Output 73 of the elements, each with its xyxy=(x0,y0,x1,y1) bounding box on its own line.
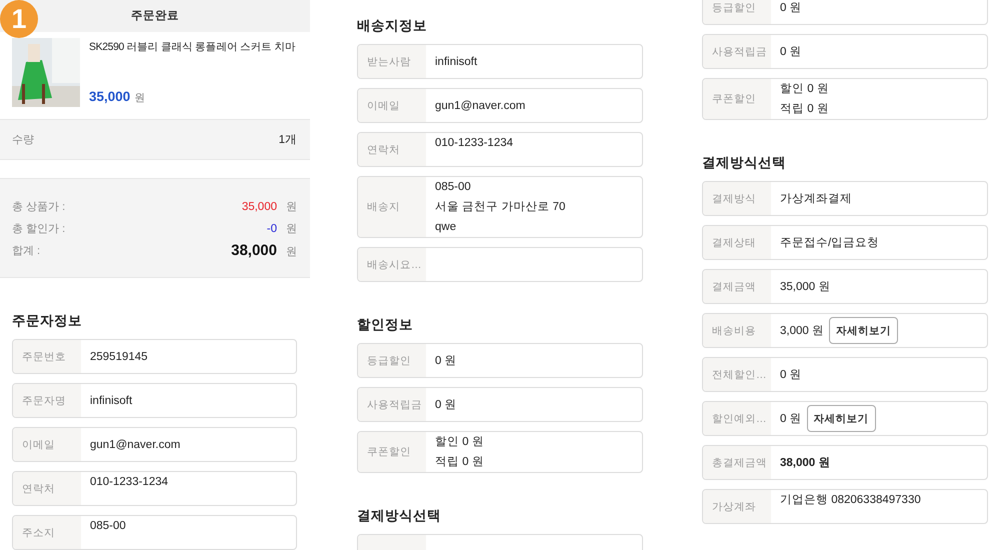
field-value: gun1@naver.com xyxy=(90,438,180,450)
field-value: 할인 0 원 xyxy=(435,435,484,450)
total-label: 합계 : xyxy=(12,244,40,258)
field-value: 010-1233-1234 xyxy=(435,136,514,151)
currency-unit: 원 xyxy=(286,244,297,258)
field-value: 0 원 xyxy=(435,398,457,412)
field-label: 이메일 xyxy=(13,428,81,461)
field-label: 이메일 xyxy=(358,89,426,122)
field-value: 적립 0 원 xyxy=(435,455,484,470)
field-value: 35,000 원 xyxy=(780,280,830,294)
field-value: 38,000 원 xyxy=(780,456,830,470)
field-label: 결제방식 xyxy=(703,182,771,215)
quantity-label: 수량 xyxy=(12,133,34,147)
field-label: 연락처 xyxy=(358,133,426,166)
field-value: 가상계좌결제 xyxy=(780,192,852,206)
field-label: 배송비용 xyxy=(703,314,771,347)
currency-unit: 원 xyxy=(286,200,297,214)
field-label: 주문자명 xyxy=(13,384,81,417)
field-value: 서울 금천구 가마산로 70 xyxy=(435,200,566,215)
photo-placeholder xyxy=(12,38,80,107)
field-label: 쿠폰할인 xyxy=(358,432,426,472)
field-value: 010-1233-1234 xyxy=(90,475,168,490)
field-label: 할인예외… xyxy=(703,402,771,435)
field-value: 0 원 xyxy=(780,1,802,15)
section-heading: 배송지정보 xyxy=(357,17,428,35)
field-label: 주문번호 xyxy=(13,340,81,373)
field-value: 주문접수/입금요청 xyxy=(780,236,880,250)
details-button[interactable]: 자세히보기 xyxy=(806,405,876,432)
field-value: infinisoft xyxy=(435,56,478,68)
total-label: 총 할인가 : xyxy=(12,222,66,236)
total-amount: -0 xyxy=(266,222,277,234)
field-label: 전체할인… xyxy=(703,358,771,391)
total-label: 총 상품가 : xyxy=(12,200,66,214)
product-name: SK2590 러블리 클래식 롱플레어 스커트 치마 xyxy=(89,40,296,55)
section-heading: 할인정보 xyxy=(357,316,414,334)
field-value: 259519145 xyxy=(90,350,148,362)
total-amount: 35,000 xyxy=(242,200,277,212)
field-label: 가상계좌 xyxy=(703,490,771,523)
section-heading: 주문자정보 xyxy=(12,312,83,330)
field-label: 등급할인 xyxy=(703,0,771,24)
section-heading: 결제방식선택 xyxy=(357,507,442,525)
field-value: gun1@naver.com xyxy=(435,100,526,112)
currency-unit: 원 xyxy=(134,91,146,106)
field-value: 적립 0 원 xyxy=(780,102,829,117)
field-value: 0 원 xyxy=(780,368,802,382)
field-label: 총결제금액 xyxy=(703,446,771,479)
field-value: 0 원 xyxy=(435,354,457,368)
field-value: 0 원 xyxy=(780,45,802,59)
field-label: 연락처 xyxy=(13,472,81,505)
field-value: qwe xyxy=(435,220,456,235)
details-button[interactable]: 자세히보기 xyxy=(828,317,898,344)
field-label: 받는사람 xyxy=(358,45,426,78)
currency-unit: 원 xyxy=(286,222,297,236)
field-value: 기업은행 08206338497330 xyxy=(780,493,921,508)
field-label: 주소지 xyxy=(13,516,81,549)
field-value: 085-00 xyxy=(435,180,471,195)
field-label: 배송시요… xyxy=(358,248,426,281)
field-value: 0 원 xyxy=(780,412,802,426)
field-label: 배송지 xyxy=(358,177,426,237)
field-value: 085-00 xyxy=(90,519,126,534)
field-label: 사용적립금 xyxy=(703,35,771,68)
field-label: 쿠폰할인 xyxy=(703,79,771,119)
field-label: 결제금액 xyxy=(703,270,771,303)
quantity-value: 1개 xyxy=(278,133,297,147)
total-amount: 38,000 xyxy=(231,242,277,258)
field-value: 할인 0 원 xyxy=(780,82,829,97)
field-label: 결제상태 xyxy=(703,226,771,259)
section-heading: 결제방식선택 xyxy=(702,154,787,172)
field-label: 사용적립금 xyxy=(358,388,426,421)
field-value: 3,000 원 xyxy=(780,324,824,338)
product-price: 35,000 xyxy=(89,88,130,106)
field-label: 등급할인 xyxy=(358,344,426,377)
field-value: infinisoft xyxy=(90,394,132,406)
